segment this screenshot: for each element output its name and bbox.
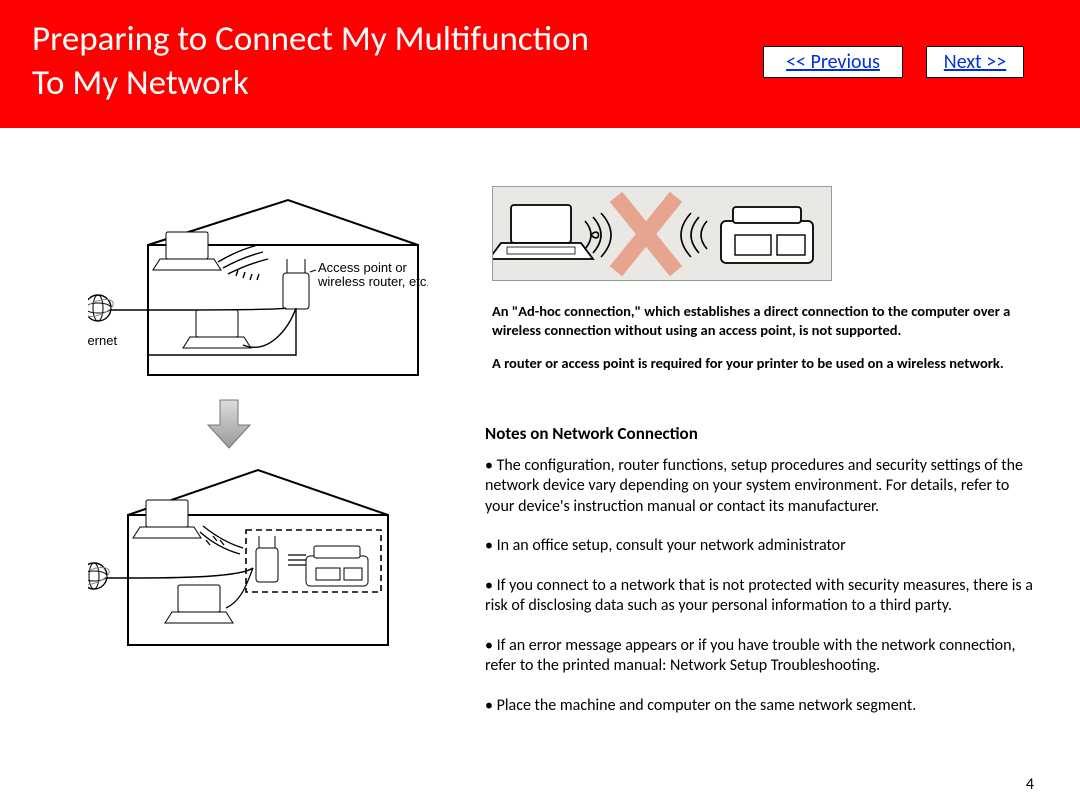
svg-text:wireless router, etc.: wireless router, etc. bbox=[317, 274, 428, 289]
svg-text:Internet: Internet bbox=[88, 333, 117, 348]
note-item: • Place the machine and computer on the … bbox=[485, 696, 1035, 716]
notes-body: • The configuration, router functions, s… bbox=[485, 456, 1035, 735]
content-area: Internet Access point or wireless router… bbox=[0, 128, 1080, 810]
page-number: 4 bbox=[1026, 775, 1034, 794]
title-line-2: To My Network bbox=[32, 62, 249, 104]
adhoc-warning-text: An "Ad-hoc connection," which establishe… bbox=[492, 302, 1037, 387]
note-item: • If you connect to a network that is no… bbox=[485, 576, 1035, 617]
title-line-1: Preparing to Connect My Multifunction bbox=[32, 18, 589, 60]
arrow-down-icon bbox=[205, 398, 253, 450]
note-item: • The configuration, router functions, s… bbox=[485, 456, 1035, 517]
next-link[interactable]: Next >> bbox=[926, 46, 1024, 78]
note-item: • If an error message appears or if you … bbox=[485, 636, 1035, 677]
network-diagram-after bbox=[88, 460, 398, 655]
notes-heading: Notes on Network Connection bbox=[485, 423, 698, 444]
note-item: • In an office setup, consult your netwo… bbox=[485, 536, 1035, 556]
adhoc-figure bbox=[492, 186, 1032, 281]
network-diagram-before: Internet Access point or wireless router… bbox=[88, 190, 428, 385]
previous-link[interactable]: << Previous bbox=[763, 46, 903, 78]
header-bar: Preparing to Connect My Multifunction To… bbox=[0, 0, 1080, 128]
svg-text:Access point or: Access point or bbox=[318, 260, 408, 275]
adhoc-para-2: A router or access point is required for… bbox=[492, 354, 1037, 373]
adhoc-para-1: An "Ad-hoc connection," which establishe… bbox=[492, 302, 1037, 340]
